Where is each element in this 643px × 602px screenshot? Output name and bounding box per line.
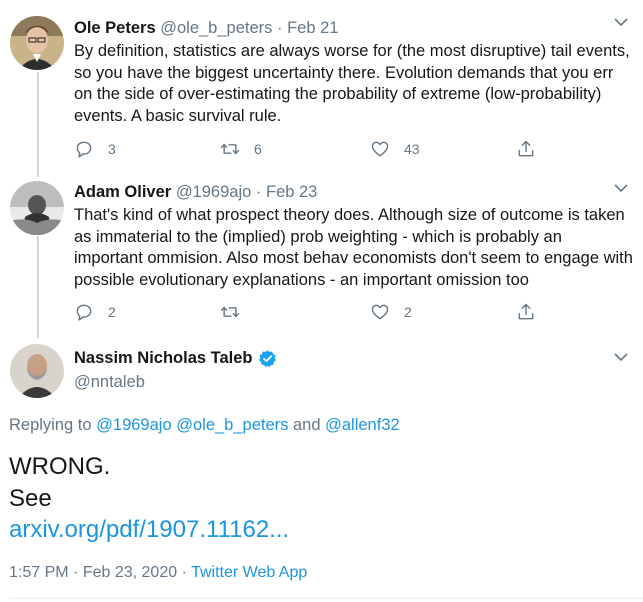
tweet-time[interactable]: 1:57 PM xyxy=(9,564,69,581)
replying-and: and xyxy=(293,416,321,434)
verified-badge-icon xyxy=(258,350,276,368)
share-button[interactable] xyxy=(516,300,536,324)
tweet-text-line: See xyxy=(9,485,52,512)
author-handle[interactable]: @ole_b_peters xyxy=(160,19,272,37)
chevron-down-icon[interactable] xyxy=(613,352,629,362)
author-handle[interactable]: @nntaleb xyxy=(74,373,145,392)
heart-icon xyxy=(371,304,389,320)
tweet-actions: 3 6 43 xyxy=(74,137,574,161)
separator: · xyxy=(255,183,262,201)
main-author: Nassim Nicholas Taleb xyxy=(74,349,277,368)
separator: · xyxy=(277,19,283,37)
like-button[interactable]: 43 xyxy=(370,137,420,161)
author-name[interactable]: Adam Oliver xyxy=(74,183,171,201)
tweet-source[interactable]: Twitter Web App xyxy=(191,564,307,581)
chevron-down-icon[interactable] xyxy=(613,183,629,193)
tweet-full-date[interactable]: Feb 23, 2020 xyxy=(83,564,177,581)
separator: · xyxy=(73,564,79,581)
tweet-date[interactable]: Feb 23 xyxy=(266,183,317,201)
author-name[interactable]: Ole Peters xyxy=(74,19,156,37)
share-icon xyxy=(518,140,534,157)
avatar[interactable] xyxy=(10,344,64,398)
retweet-icon xyxy=(220,306,240,318)
tweet-meta: 1:57 PM · Feb 23, 2020 · Twitter Web App xyxy=(9,564,307,582)
reply-button[interactable]: 3 xyxy=(74,137,116,161)
mention-link[interactable]: @1969ajo xyxy=(96,416,171,434)
tweet-text: That's kind of what prospect theory does… xyxy=(74,206,633,289)
replying-to: Replying to @1969ajo @ole_b_peters and @… xyxy=(9,416,400,435)
share-icon xyxy=(518,303,534,320)
retweet-button[interactable] xyxy=(220,300,254,324)
author-handle[interactable]: @1969ajo xyxy=(176,183,251,201)
tweet-date[interactable]: Feb 21 xyxy=(287,19,338,37)
like-count: 2 xyxy=(404,304,412,320)
mention-link[interactable]: @allenf32 xyxy=(325,416,400,434)
mention-link[interactable]: @ole_b_peters xyxy=(176,416,288,434)
tweet-actions: 2 2 xyxy=(74,300,574,324)
tweet-header: Ole Peters @ole_b_peters · Feb 21 xyxy=(74,19,338,38)
replying-prefix: Replying to xyxy=(9,416,92,434)
tweet-text-line: WRONG. xyxy=(9,453,111,480)
tweet-text: By definition, statistics are always wor… xyxy=(74,42,630,125)
tweet-link[interactable]: arxiv.org/pdf/1907.11162... xyxy=(9,516,289,544)
like-button[interactable]: 2 xyxy=(370,300,412,324)
retweet-icon xyxy=(220,143,240,155)
reply-icon xyxy=(76,304,92,321)
author-name[interactable]: Nassim Nicholas Taleb xyxy=(74,349,253,368)
tweet-header: Adam Oliver @1969ajo · Feb 23 xyxy=(74,183,317,202)
avatar[interactable] xyxy=(10,181,64,235)
separator: · xyxy=(181,564,187,581)
share-button[interactable] xyxy=(516,137,536,161)
divider xyxy=(9,598,643,599)
retweet-button[interactable]: 6 xyxy=(220,137,262,161)
thread-line xyxy=(37,72,39,177)
retweet-count: 6 xyxy=(254,141,262,157)
reply-count: 2 xyxy=(108,304,116,320)
avatar[interactable] xyxy=(10,16,64,70)
reply-button[interactable]: 2 xyxy=(74,300,116,324)
reply-count: 3 xyxy=(108,141,116,157)
heart-icon xyxy=(371,141,389,157)
reply-icon xyxy=(76,141,92,158)
thread-line xyxy=(37,236,39,338)
chevron-down-icon[interactable] xyxy=(613,17,629,27)
like-count: 43 xyxy=(404,141,420,157)
